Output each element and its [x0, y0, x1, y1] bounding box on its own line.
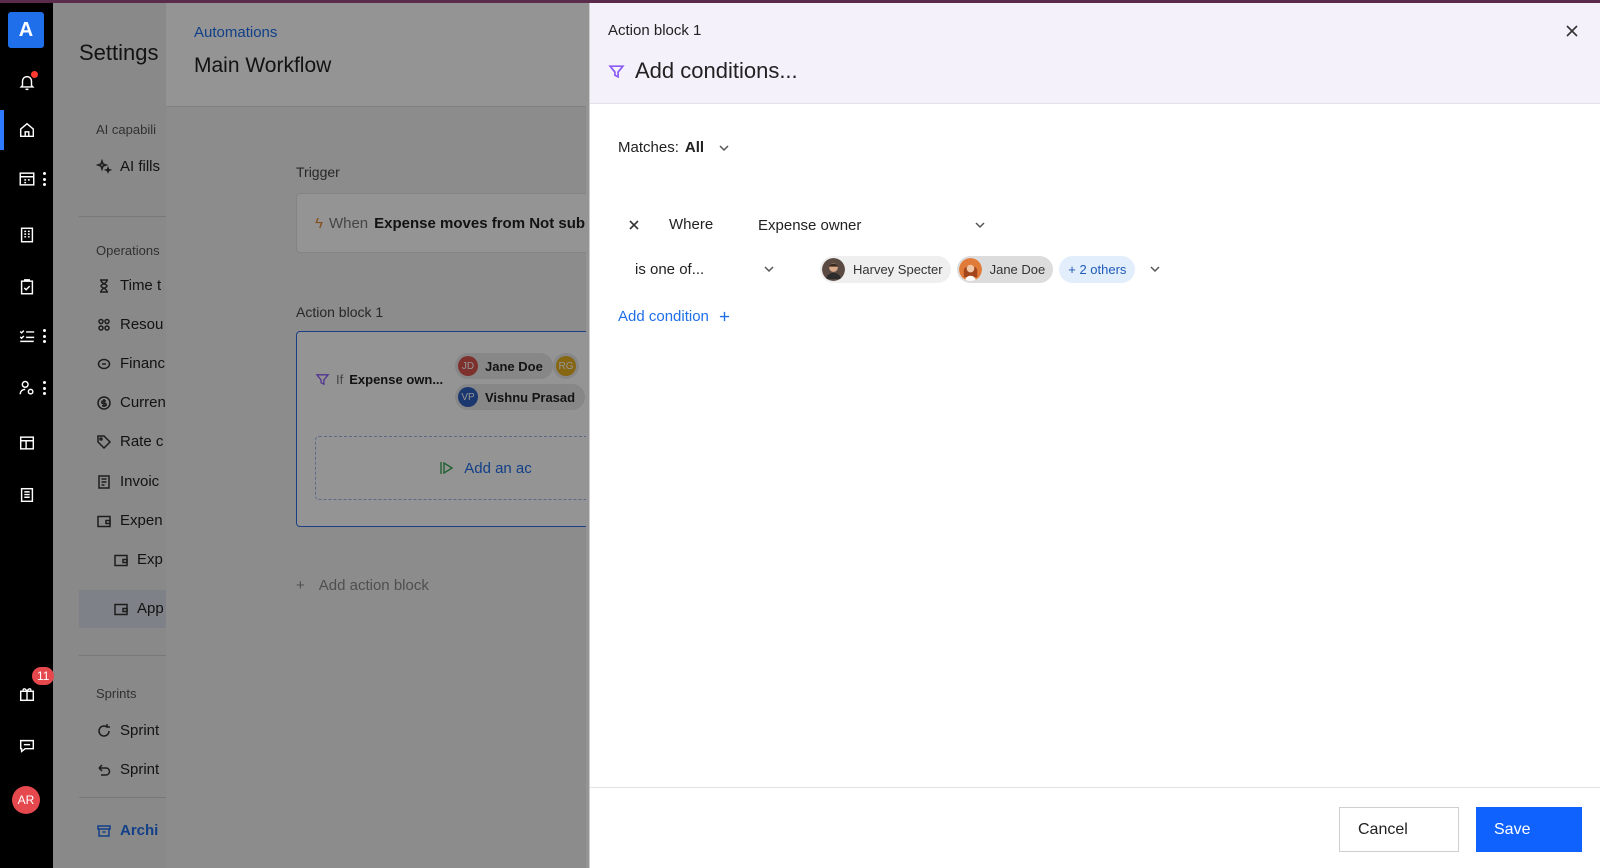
drawer-title: Add conditions...	[608, 58, 798, 84]
receipt-button[interactable]	[0, 478, 53, 512]
tasks-more-icon[interactable]	[43, 329, 46, 343]
buildings-button[interactable]	[0, 218, 53, 252]
avatar	[822, 257, 845, 281]
layout-button[interactable]	[0, 426, 53, 460]
conditions-drawer: Action block 1 Add conditions... Matches…	[589, 0, 1600, 868]
avatar	[958, 257, 982, 281]
tasks-button[interactable]	[0, 319, 53, 353]
where-label: Where	[669, 216, 714, 233]
gift-icon	[19, 688, 34, 702]
clipboard-button[interactable]	[0, 270, 53, 304]
drawer-footer: Cancel Save	[590, 787, 1600, 868]
top-accent-bar	[0, 0, 1600, 3]
plus-icon	[719, 311, 729, 322]
calendar-more-icon[interactable]	[43, 172, 46, 186]
drawer-header: Action block 1 Add conditions...	[590, 0, 1600, 104]
calendar-icon	[19, 172, 34, 186]
close-icon	[629, 220, 639, 230]
home-icon	[19, 122, 34, 138]
app-logo[interactable]: A	[8, 12, 44, 48]
person-settings-icon	[19, 380, 34, 395]
people-more-icon[interactable]	[43, 381, 46, 395]
condition-field-select[interactable]: Expense owner	[758, 208, 986, 242]
notification-dot	[30, 70, 39, 79]
chat-icon	[19, 739, 34, 753]
checklist-icon	[19, 330, 34, 343]
calendar-button[interactable]	[0, 162, 53, 196]
remove-condition-button[interactable]	[626, 217, 642, 233]
building-icon	[20, 227, 33, 243]
home-button[interactable]	[0, 113, 53, 147]
filter-icon	[608, 64, 625, 78]
user-avatar[interactable]: AR	[12, 786, 40, 814]
condition-values-select[interactable]: Harvey Specter Jane Doe + 2 others	[820, 255, 1161, 283]
value-chip[interactable]: Harvey Specter	[820, 255, 951, 283]
chevron-down-icon	[718, 142, 730, 154]
more-values-chip[interactable]: + 2 others	[1059, 255, 1136, 283]
drawer-label: Action block 1	[608, 22, 702, 39]
save-button[interactable]: Save	[1476, 807, 1582, 852]
cancel-button[interactable]: Cancel	[1339, 807, 1459, 852]
receipt-icon	[20, 487, 33, 503]
notifications-button[interactable]	[0, 65, 53, 99]
clipboard-check-icon	[20, 279, 33, 295]
close-icon	[1566, 25, 1578, 37]
gift-button[interactable]: 11	[0, 667, 55, 711]
gift-badge: 11	[32, 667, 55, 685]
people-button[interactable]	[0, 371, 53, 405]
modal-backdrop[interactable]	[53, 0, 589, 868]
chevron-down-icon[interactable]	[1149, 263, 1161, 275]
app-rail: A 11 AR	[0, 0, 55, 868]
layout-icon	[19, 436, 34, 450]
chat-button[interactable]	[0, 729, 53, 763]
chevron-down-icon	[974, 219, 986, 231]
value-chip[interactable]: Jane Doe	[956, 255, 1054, 283]
add-condition-button[interactable]: Add condition	[618, 308, 730, 325]
chevron-down-icon	[763, 263, 775, 275]
condition-operator-select[interactable]: is one of...	[635, 252, 775, 286]
close-button[interactable]	[1561, 20, 1583, 42]
matches-dropdown[interactable]: Matches: All	[618, 139, 730, 156]
